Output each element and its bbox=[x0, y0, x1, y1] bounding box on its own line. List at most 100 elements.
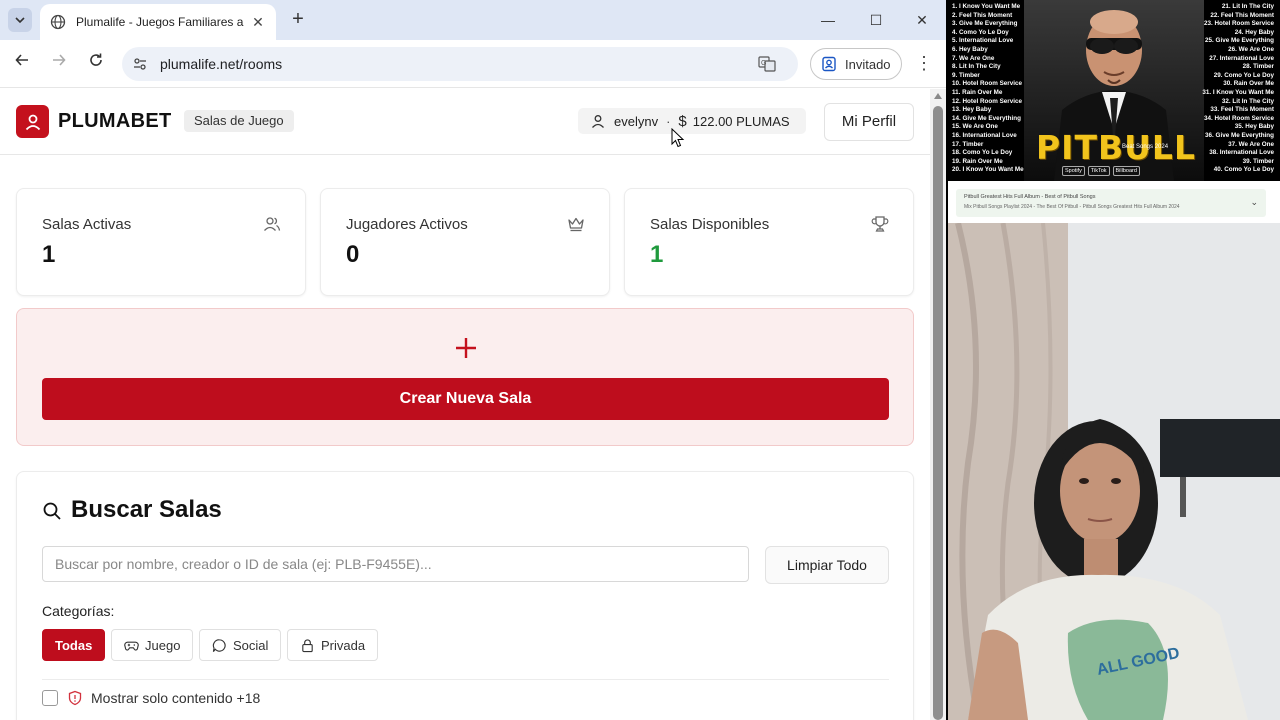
dollar-icon: $ bbox=[678, 112, 687, 130]
track-item: 38. International Love bbox=[1209, 149, 1274, 157]
create-room-card: Crear Nueva Sala bbox=[16, 308, 914, 446]
tab-strip: Plumalife - Juegos Familiares a ✕ + — ☐ … bbox=[0, 0, 946, 40]
category-chip-game[interactable]: Juego bbox=[111, 629, 194, 661]
forward-button[interactable] bbox=[47, 52, 71, 76]
music-video-thumbnail: 1. I Know You Want Me 2. Feel This Moment… bbox=[948, 0, 1280, 181]
track-item: 19. Rain Over Me bbox=[952, 157, 1003, 165]
chevron-down-icon bbox=[15, 17, 25, 24]
track-item: 16. International Love bbox=[952, 131, 1017, 139]
new-tab-button[interactable]: + bbox=[286, 8, 310, 32]
close-window-button[interactable]: ✕ bbox=[912, 10, 932, 30]
browser-menu-button[interactable]: ⋮ bbox=[914, 52, 934, 76]
track-item: 32. Lit In The City bbox=[1221, 97, 1274, 105]
chevron-down-icon[interactable]: ⌄ bbox=[1250, 197, 1258, 208]
track-item: 36. Give Me Everything bbox=[1205, 131, 1274, 139]
track-item: 5. International Love bbox=[952, 37, 1014, 45]
globe-icon bbox=[50, 14, 66, 30]
web-page: PLUMABET Salas de Juego evelynv · $ 122.… bbox=[0, 89, 930, 720]
create-room-button[interactable]: Crear Nueva Sala bbox=[42, 378, 889, 420]
track-item: 14. Give Me Everything bbox=[952, 114, 1021, 122]
clear-all-button[interactable]: Limpiar Todo bbox=[765, 546, 889, 584]
guest-profile-button[interactable]: Invitado bbox=[810, 48, 902, 80]
platform-logo: Billboard bbox=[1112, 166, 1140, 176]
adult-filter-checkbox[interactable] bbox=[42, 690, 58, 706]
track-item: 17. Timber bbox=[952, 140, 984, 148]
back-button[interactable] bbox=[10, 52, 34, 76]
track-item: 34. Hotel Room Service bbox=[1204, 114, 1274, 122]
browser-tab-active[interactable]: Plumalife - Juegos Familiares a ✕ bbox=[40, 4, 276, 40]
user-icon bbox=[592, 115, 604, 128]
search-title: Buscar Salas bbox=[71, 496, 222, 523]
stat-label: Jugadores Activos bbox=[346, 216, 468, 233]
divider bbox=[42, 679, 889, 680]
app-header: PLUMABET Salas de Juego evelynv · $ 122.… bbox=[0, 89, 930, 155]
categories-label: Categorías: bbox=[42, 603, 115, 619]
shield-icon bbox=[68, 690, 82, 706]
track-item: 20. I Know You Want Me bbox=[952, 166, 1024, 174]
stat-card-active-players: Jugadores Activos 0 bbox=[320, 188, 610, 296]
gamepad-icon bbox=[124, 641, 139, 651]
track-item: 13. Hey Baby bbox=[952, 106, 992, 114]
lock-icon bbox=[302, 638, 313, 652]
page-scrollbar[interactable] bbox=[930, 89, 946, 720]
category-chip-social[interactable]: Social bbox=[199, 629, 282, 661]
track-item: 28. Timber bbox=[1242, 63, 1274, 71]
address-bar[interactable]: plumalife.net/rooms G bbox=[122, 47, 798, 81]
user-icon bbox=[25, 114, 40, 130]
webcam-scene: ALL GOOD bbox=[948, 223, 1280, 720]
track-item: 4. Como Yo Le Doy bbox=[952, 28, 1009, 36]
track-item: 9. Timber bbox=[952, 71, 980, 79]
platform-logo: Spotify bbox=[1062, 166, 1085, 176]
trophy-icon bbox=[871, 216, 889, 232]
search-input[interactable] bbox=[42, 546, 749, 582]
tab-search-button[interactable] bbox=[8, 8, 32, 32]
track-item: 11. Rain Over Me bbox=[952, 88, 1003, 96]
plus-icon[interactable] bbox=[453, 335, 479, 361]
track-item: 26. We Are One bbox=[1228, 45, 1274, 53]
brand-name: PLUMABET bbox=[58, 110, 172, 132]
platform-logos: Spotify TikTok Billboard bbox=[1062, 166, 1140, 176]
reload-button[interactable] bbox=[84, 52, 108, 76]
category-chip-private[interactable]: Privada bbox=[287, 629, 379, 661]
minimize-button[interactable]: — bbox=[818, 10, 838, 30]
chip-label: Social bbox=[233, 637, 269, 653]
track-item: 31. I Know You Want Me bbox=[1202, 88, 1274, 96]
video-info-line-2: Mix Pitbull Songs Playlist 2024 - The Be… bbox=[964, 204, 1180, 210]
track-item: 18. Como Yo Le Doy bbox=[952, 149, 1013, 157]
platform-logo: TikTok bbox=[1087, 166, 1110, 176]
track-item: 15. We Are One bbox=[952, 123, 998, 131]
track-item: 35. Hey Baby bbox=[1234, 123, 1274, 131]
track-item: 30. Rain Over Me bbox=[1223, 80, 1274, 88]
scroll-up-arrow[interactable] bbox=[934, 93, 942, 99]
tracklist-left: 1. I Know You Want Me 2. Feel This Moment… bbox=[952, 3, 1024, 175]
maximize-button[interactable]: ☐ bbox=[866, 10, 886, 30]
track-item: 10. Hotel Room Service bbox=[952, 80, 1022, 88]
close-tab-icon[interactable]: ✕ bbox=[250, 14, 266, 30]
separator-dot: · bbox=[666, 113, 671, 129]
chip-label: Todas bbox=[55, 637, 93, 653]
reload-icon bbox=[90, 53, 102, 66]
search-icon bbox=[43, 502, 61, 520]
video-description-box[interactable]: Pitbull Greatest Hits Full Album - Best … bbox=[956, 189, 1266, 217]
crown-icon bbox=[568, 217, 584, 232]
track-item: 29. Como Yo Le Doy bbox=[1213, 71, 1274, 79]
track-item: 37. We Are One bbox=[1228, 140, 1274, 148]
category-chip-all[interactable]: Todas bbox=[42, 629, 106, 661]
track-item: 33. Feel This Moment bbox=[1210, 106, 1274, 114]
stat-card-active-rooms: Salas Activas 1 bbox=[16, 188, 306, 296]
adult-filter-row: Mostrar solo contenido +18 bbox=[42, 688, 260, 708]
arrow-left-icon bbox=[15, 54, 28, 66]
video-info-strip: Pitbull Greatest Hits Full Album - Best … bbox=[948, 181, 1280, 223]
track-item: 40. Como Yo Le Doy bbox=[1213, 166, 1274, 174]
scroll-thumb[interactable] bbox=[933, 106, 943, 720]
track-item: 21. Lit In The City bbox=[1221, 3, 1274, 10]
track-item: 24. Hey Baby bbox=[1234, 28, 1274, 36]
translate-icon[interactable]: G bbox=[758, 55, 776, 73]
brand-logo[interactable] bbox=[16, 105, 49, 138]
site-settings-icon[interactable] bbox=[132, 56, 148, 72]
adult-filter-label: Mostrar solo contenido +18 bbox=[91, 690, 261, 706]
arrow-right-icon bbox=[53, 54, 66, 66]
track-item: 6. Hey Baby bbox=[952, 45, 988, 53]
track-item: 39. Timber bbox=[1242, 157, 1274, 165]
my-profile-button[interactable]: Mi Perfil bbox=[824, 103, 914, 141]
